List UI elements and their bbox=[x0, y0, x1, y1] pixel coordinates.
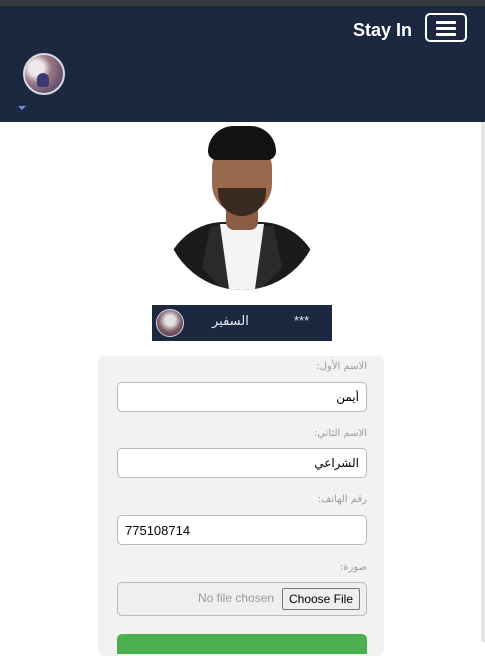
profile-photo bbox=[164, 126, 320, 290]
last-name-label: الاسم الثاني: bbox=[313, 428, 367, 439]
file-status: No file chosen bbox=[198, 591, 275, 605]
hamburger-menu-icon[interactable] bbox=[425, 13, 467, 42]
caret-down-icon[interactable] bbox=[18, 106, 26, 110]
profile-form: الاسم الأول: الاسم الثاني: رقم الهاتف: ص… bbox=[98, 356, 384, 656]
navbar: Stay In bbox=[0, 6, 485, 122]
banner-logo bbox=[156, 309, 184, 337]
brand-title[interactable]: Stay In bbox=[353, 20, 412, 41]
submit-button[interactable] bbox=[117, 634, 367, 654]
user-avatar[interactable] bbox=[23, 53, 65, 95]
first-name-label: الاسم الأول: bbox=[316, 361, 367, 372]
choose-file-button[interactable]: Choose File bbox=[282, 588, 360, 610]
photo-file-input[interactable]: No file chosen Choose File bbox=[117, 582, 367, 616]
phone-label: رقم الهاتف: bbox=[317, 494, 367, 505]
phone-input[interactable] bbox=[117, 515, 367, 545]
last-name-input[interactable] bbox=[117, 448, 367, 478]
banner-name: السفير bbox=[212, 314, 249, 329]
scrollbar[interactable] bbox=[481, 122, 485, 642]
photo-label: صورة: bbox=[339, 562, 367, 573]
first-name-input[interactable] bbox=[117, 382, 367, 412]
banner-stars: *** bbox=[294, 313, 310, 328]
profile-banner: السفير *** bbox=[152, 305, 332, 341]
